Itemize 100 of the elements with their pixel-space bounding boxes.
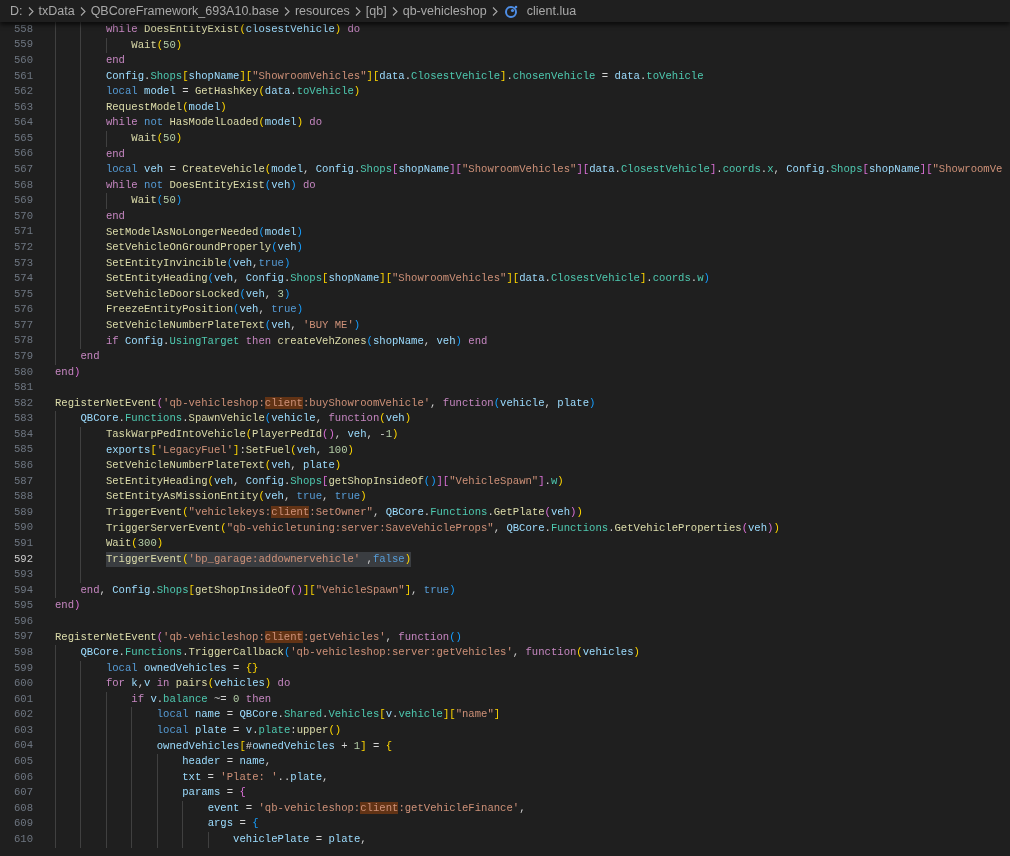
chevron-icon — [283, 6, 290, 16]
line-number: 575 — [12, 286, 33, 302]
breadcrumb-folder[interactable]: qb-vehicleshop — [402, 1, 487, 21]
code-line: QBCore.Functions.SpawnVehicle(vehicle, function(veh) — [80, 411, 412, 427]
line-number: 561 — [12, 68, 33, 84]
code-line: SetEntityHeading(veh, Config.Shops[getShopInsideOf()]["VehicleSpawn"].w) — [105, 473, 564, 489]
line-number: 570 — [12, 208, 33, 224]
code-line: RequestModel(model) — [105, 99, 227, 115]
code-line: Config.Shops[shopName]["ShowroomVehicles"][data.ClosestVehicle].chosenVehicle = data.toVehicle — [105, 68, 704, 84]
line-number: 608 — [12, 800, 33, 816]
line-number: 592 — [12, 551, 33, 567]
line-number: 558 — [12, 22, 33, 37]
line-number: 559 — [12, 37, 33, 53]
code-text: :getVehicleFinance', — [398, 801, 526, 814]
code-text: :getVehicles', function() — [302, 630, 462, 643]
line-number: 565 — [12, 130, 33, 146]
code-line: end) — [55, 364, 81, 380]
moon-file-icon — [504, 4, 518, 18]
line-number: 579 — [12, 349, 33, 364]
code-line: Wait(300) — [105, 536, 164, 552]
code-text: :buyShowroomVehicle', function(vehicle, plate) — [302, 396, 596, 409]
code-line: end — [105, 146, 125, 162]
breadcrumb-folder[interactable]: resources — [294, 1, 350, 21]
breadcrumb-folder[interactable]: txData — [38, 1, 75, 21]
code-line: SetVehicleOnGroundProperly(veh) — [105, 240, 303, 256]
code-line: Wait(50) — [131, 193, 183, 209]
code-line: while DoesEntityExist(closestVehicle) do — [105, 22, 361, 37]
line-number: 593 — [12, 567, 33, 583]
line-number: 602 — [12, 707, 33, 723]
code-text: RegisterNetEvent('qb-vehicleshop: — [55, 396, 265, 409]
chevron-icon — [354, 6, 361, 16]
line-number: 582 — [12, 395, 33, 411]
line-number: 576 — [12, 302, 33, 318]
breadcrumb-file[interactable]: client.lua — [526, 1, 577, 21]
code-line: SetEntityHeading(veh, Config.Shops[shopName]["ShowroomVehicles"][data.ClosestVehicle].coords.w) — [105, 271, 710, 287]
line-number: 586 — [12, 458, 33, 474]
code-line: end — [80, 349, 100, 365]
code-line: local plate = v.plate:upper() — [156, 723, 342, 738]
search-match-highlight: client — [360, 801, 399, 814]
line-number: 591 — [12, 535, 33, 551]
code-line: TaskWarpPedIntoVehicle(PlayerPedId(), veh, -1) — [105, 427, 399, 443]
line-number: 567 — [12, 162, 33, 178]
code-line: SetModelAsNoLongerNeeded(model) — [105, 224, 303, 240]
line-number: 580 — [12, 364, 33, 380]
code-text: event = 'qb-vehicleshop: — [207, 801, 361, 814]
code-line: SetEntityInvincible(veh,true) — [105, 255, 291, 271]
code-line: local veh = CreateVehicle(model, Config.Shops[shopName]["ShowroomVehicles"][data.ClosestVehicle].coords.x, Config.Shops[shopName]["ShowroomVe — [105, 162, 1003, 178]
line-number: 609 — [12, 816, 33, 832]
line-number: 578 — [12, 333, 33, 349]
code-line: end — [105, 208, 125, 224]
line-number: 581 — [12, 380, 33, 396]
line-number: 597 — [12, 629, 33, 645]
line-number: 584 — [12, 426, 33, 442]
line-number: 607 — [12, 785, 33, 801]
chevron-icon — [491, 6, 498, 16]
breadcrumb-folder[interactable]: D: — [10, 1, 23, 21]
line-number: 571 — [12, 224, 33, 240]
code-line: while not HasModelLoaded(model) do — [105, 115, 323, 131]
line-number: 577 — [12, 317, 33, 333]
code-line: end — [105, 53, 125, 69]
line-number: 598 — [12, 644, 33, 660]
line-number: 560 — [12, 53, 33, 68]
line-number: 587 — [12, 473, 33, 489]
code-line: ownedVehicles[#ownedVehicles + 1] = { — [156, 738, 392, 754]
line-number: 563 — [12, 99, 33, 115]
code-line: if Config.UsingTarget then createVehZones(shopName, veh) end — [105, 333, 488, 349]
breadcrumb-folder[interactable]: [qb] — [365, 1, 387, 21]
line-number: 603 — [12, 722, 33, 738]
line-number: 599 — [12, 660, 33, 676]
code-line: end) — [55, 598, 81, 614]
search-match-highlight: client — [264, 396, 303, 409]
code-line: TriggerServerEvent("qb-vehicletuning:server:SaveVehicleProps", QBCore.Functions.GetVehicleProperties(veh)) — [105, 520, 780, 536]
code-line: Wait(50) — [131, 37, 183, 53]
code-line: vehiclePlate = plate, — [233, 832, 367, 848]
code-line: txt = 'Plate: '..plate, — [182, 769, 329, 785]
line-number: 562 — [12, 84, 33, 100]
line-number: 564 — [12, 115, 33, 131]
line-number: 590 — [12, 520, 33, 536]
code-line: while not DoesEntityExist(veh) do — [105, 177, 316, 193]
line-number: 606 — [12, 769, 33, 785]
line-number: 585 — [12, 442, 33, 458]
search-match-highlight: client — [271, 505, 310, 518]
line-number: 604 — [12, 738, 33, 754]
code-line: exports['LegacyFuel']:SetFuel(veh, 100) — [105, 442, 354, 458]
line-number: 589 — [12, 504, 33, 520]
breadcrumb-folder[interactable]: QBCoreFramework_693A10.base — [90, 1, 279, 21]
code-line: for k,v in pairs(vehicles) do — [105, 676, 291, 692]
line-number: 572 — [12, 239, 33, 255]
code-line: if v.balance ~= 0 then — [131, 691, 272, 707]
line-number: 574 — [12, 271, 33, 287]
code-line: params = { — [182, 785, 246, 801]
chevron-icon — [27, 6, 34, 16]
line-number: 569 — [12, 193, 33, 209]
search-match-highlight: client — [264, 630, 303, 643]
code-text: RegisterNetEvent('qb-vehicleshop: — [55, 630, 265, 643]
line-number: 594 — [12, 582, 33, 598]
code-line: SetVehicleDoorsLocked(veh, 3) — [105, 286, 291, 302]
line-number: 595 — [12, 598, 33, 614]
line-number: 573 — [12, 255, 33, 271]
line-number: 566 — [12, 146, 33, 162]
